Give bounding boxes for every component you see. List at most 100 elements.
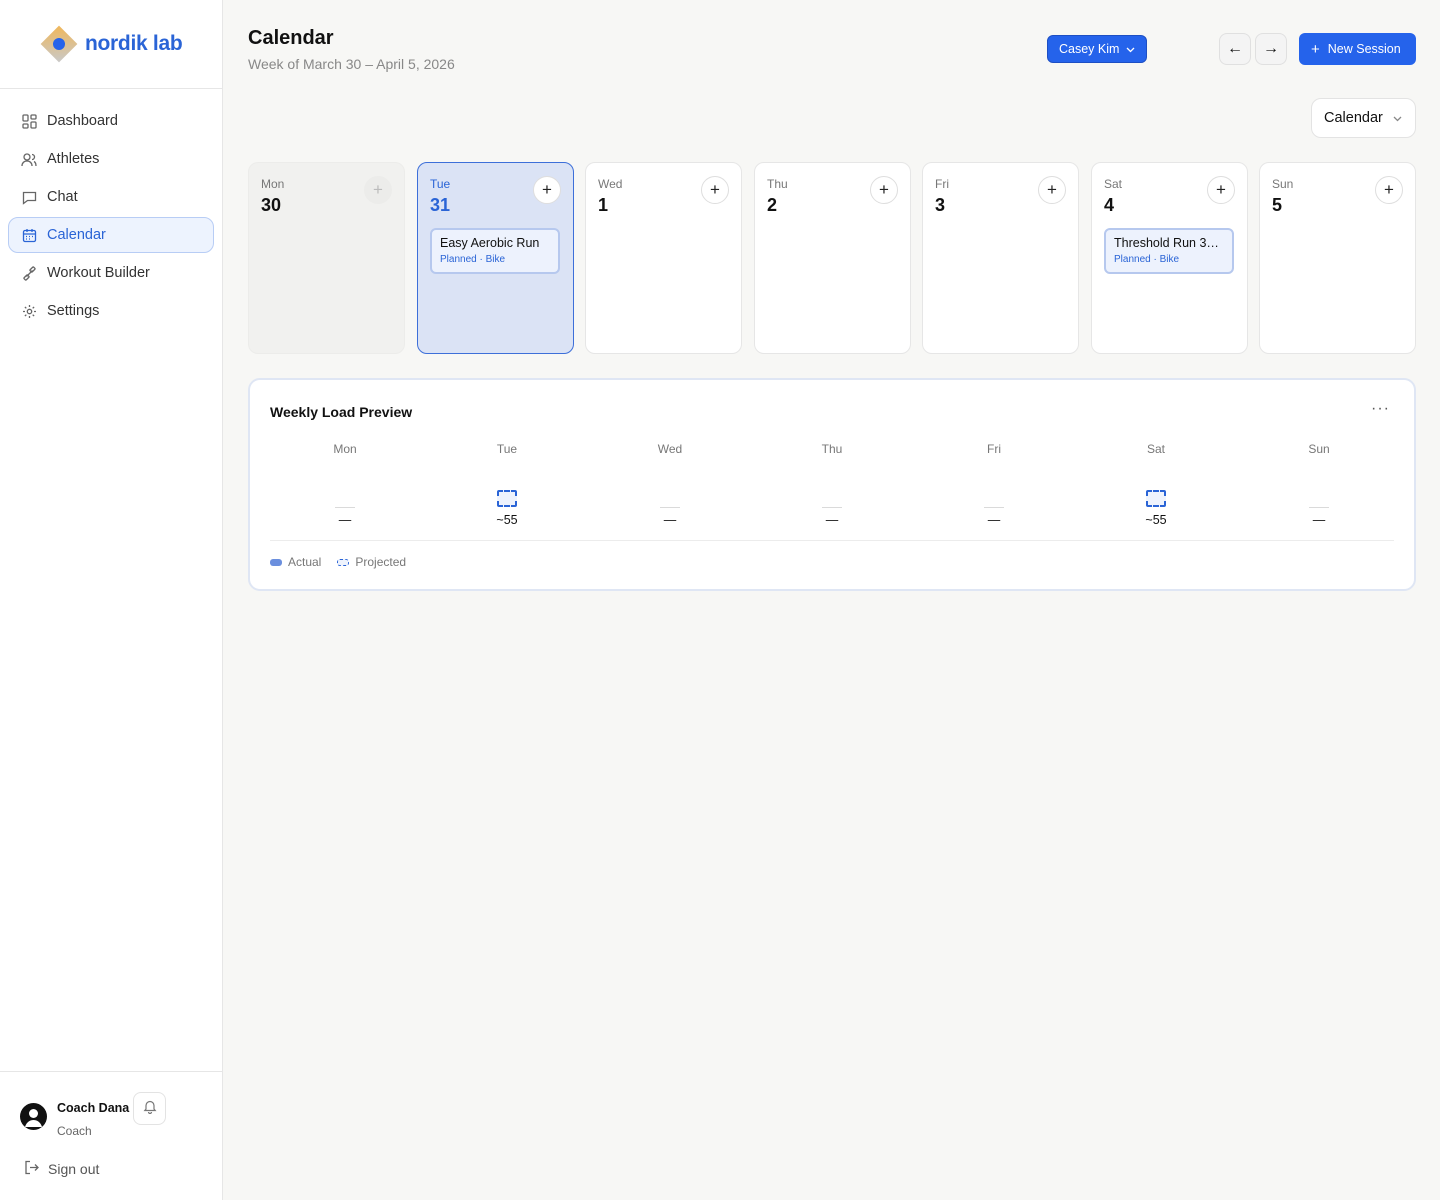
- athlete-select[interactable]: Casey Kim: [1047, 35, 1147, 63]
- day-card-sat[interactable]: Sat 4 + Threshold Run 3×1… Planned · Bik…: [1091, 162, 1248, 354]
- load-day-label: Sun: [1308, 442, 1330, 456]
- sidebar-item-chat[interactable]: Chat: [8, 179, 214, 215]
- day-name: Fri: [935, 177, 949, 191]
- sidebar-item-athletes[interactable]: Athletes: [8, 141, 214, 177]
- load-column: Fri —: [944, 440, 1044, 530]
- user-name: Coach Dana: [57, 1101, 130, 1115]
- arrow-right-icon: →: [1263, 40, 1279, 57]
- avatar: [20, 1103, 47, 1130]
- logo-text: nordik lab: [85, 32, 183, 55]
- legend-projected-swatch: [337, 558, 350, 566]
- day-card-mon[interactable]: Mon 30 +: [248, 162, 405, 354]
- load-column: Tue ~55: [457, 440, 557, 530]
- day-number: 3: [935, 195, 946, 215]
- session-meta: Planned · Bike: [1114, 254, 1180, 265]
- load-day-label: Fri: [987, 442, 1001, 456]
- sidebar-item-calendar[interactable]: Calendar: [8, 217, 214, 253]
- add-session-button[interactable]: +: [1207, 176, 1235, 204]
- arrow-left-icon: ←: [1227, 40, 1243, 57]
- user-info: Coach Dana Coach: [57, 1092, 129, 1138]
- notifications-button[interactable]: [133, 1092, 166, 1125]
- sidebar-footer: Coach Dana Coach Sign out: [0, 1071, 222, 1200]
- load-column: Wed —: [620, 440, 720, 530]
- sidebar-item-label: Dashboard: [47, 113, 118, 129]
- day-number: 30: [261, 195, 282, 215]
- load-baseline: [822, 507, 842, 508]
- chevron-down-icon: [1126, 42, 1135, 56]
- legend-projected-label: Projected: [355, 555, 407, 569]
- sidebar-item-settings[interactable]: Settings: [8, 293, 214, 329]
- load-day-label: Sat: [1146, 442, 1165, 456]
- day-card-fri[interactable]: Fri 3 +: [922, 162, 1079, 354]
- day-card-wed[interactable]: Wed 1 +: [585, 162, 742, 354]
- page-title: Calendar: [248, 27, 334, 49]
- next-week-button[interactable]: →: [1255, 33, 1287, 65]
- chat-icon: [21, 189, 37, 205]
- day-number: 2: [767, 195, 778, 215]
- day-number: 5: [1272, 195, 1283, 215]
- day-number: 31: [430, 195, 451, 215]
- logo[interactable]: nordik lab: [0, 0, 222, 89]
- prev-week-button[interactable]: ←: [1219, 33, 1251, 65]
- sidebar-item-workout-builder[interactable]: Workout Builder: [8, 255, 214, 291]
- add-session-button[interactable]: +: [1038, 176, 1066, 204]
- session-card[interactable]: Easy Aerobic Run Planned · Bike: [430, 228, 560, 274]
- more-options-button[interactable]: ···: [1371, 400, 1390, 418]
- logout-icon: [24, 1160, 40, 1178]
- plus-icon: +: [1047, 180, 1057, 199]
- add-session-button[interactable]: +: [533, 176, 561, 204]
- new-session-button[interactable]: + New Session: [1299, 33, 1416, 65]
- load-day-label: Wed: [657, 442, 683, 456]
- day-card-sun[interactable]: Sun 5 +: [1259, 162, 1416, 354]
- projected-bar: [1146, 490, 1166, 507]
- view-select[interactable]: Calendar: [1311, 98, 1416, 138]
- load-day-label: Tue: [496, 442, 518, 456]
- day-number: 1: [598, 195, 609, 215]
- view-select-value: Calendar: [1324, 110, 1383, 126]
- plus-icon: +: [542, 180, 552, 199]
- new-session-label: New Session: [1327, 42, 1401, 56]
- weekly-load-title: Weekly Load Preview: [270, 404, 413, 420]
- add-session-button[interactable]: +: [701, 176, 729, 204]
- chevron-down-icon: [1393, 110, 1402, 126]
- session-card[interactable]: Threshold Run 3×1… Planned · Bike: [1104, 228, 1234, 274]
- load-value: ~55: [1145, 513, 1167, 527]
- session-title: Easy Aerobic Run: [440, 236, 540, 250]
- add-session-button[interactable]: +: [364, 176, 392, 204]
- page-subtitle: Week of March 30 – April 5, 2026: [248, 56, 455, 72]
- plus-icon: +: [373, 180, 383, 199]
- weekly-load-card: Weekly Load Preview ··· Mon — Tue ~55 We…: [248, 378, 1416, 591]
- add-session-button[interactable]: +: [1375, 176, 1403, 204]
- dashboard-icon: [21, 113, 37, 129]
- logo-icon: [38, 23, 80, 65]
- load-day-label: Thu: [821, 442, 843, 456]
- load-value: —: [825, 513, 839, 527]
- sidebar-item-label: Calendar: [47, 227, 106, 243]
- projected-bar: [497, 490, 517, 507]
- day-name: Sun: [1272, 177, 1294, 191]
- day-name: Thu: [767, 177, 788, 191]
- load-value: —: [338, 513, 352, 527]
- load-column: Sat ~55: [1106, 440, 1206, 530]
- calendar-icon: [21, 227, 37, 243]
- gear-icon: [21, 303, 37, 319]
- plus-icon: +: [1311, 40, 1320, 58]
- session-title: Threshold Run 3×1…: [1114, 236, 1226, 250]
- day-card-tue[interactable]: Tue 31 + Easy Aerobic Run Planned · Bike: [417, 162, 574, 354]
- user-profile[interactable]: Coach Dana Coach: [20, 1092, 129, 1138]
- add-session-button[interactable]: +: [870, 176, 898, 204]
- athlete-select-value: Casey Kim: [1059, 42, 1120, 56]
- day-card-thu[interactable]: Thu 2 +: [754, 162, 911, 354]
- sign-out-button[interactable]: Sign out: [24, 1160, 99, 1178]
- sidebar-item-label: Workout Builder: [47, 265, 150, 281]
- sign-out-label: Sign out: [48, 1161, 100, 1177]
- sidebar-item-dashboard[interactable]: Dashboard: [8, 103, 214, 139]
- legend-actual-label: Actual: [288, 555, 322, 569]
- plus-icon: +: [1216, 180, 1226, 199]
- sidebar: nordik lab Dashboard Athletes Chat Calen…: [0, 0, 223, 1200]
- user-role: Coach: [57, 1124, 92, 1138]
- day-name: Tue: [430, 177, 451, 191]
- plus-icon: +: [1384, 180, 1394, 199]
- load-value: ~55: [496, 513, 518, 527]
- sidebar-item-label: Chat: [47, 189, 78, 205]
